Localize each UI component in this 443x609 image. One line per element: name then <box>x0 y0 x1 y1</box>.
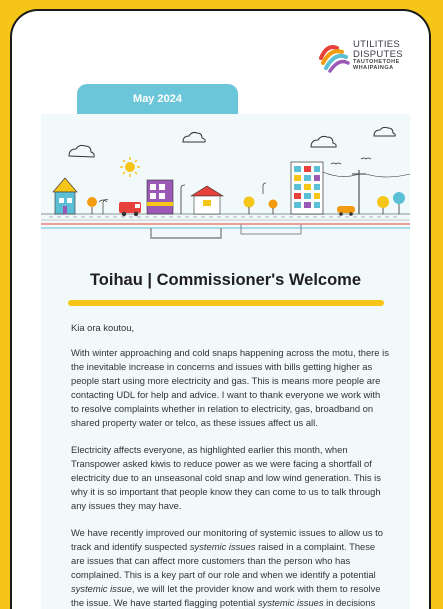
logo-line-4: WHAIPAINGA <box>353 65 394 71</box>
paragraph-3: We have recently improved our monitoring… <box>71 526 389 609</box>
logo-text: UTILITIES DISPUTES TAUTOHETOHE WHAIPAING… <box>353 40 403 71</box>
systemic-issues-emphasis: systemic issues <box>189 541 256 552</box>
utilities-disputes-logo: UTILITIES DISPUTES TAUTOHETOHE WHAIPAING… <box>315 38 429 78</box>
issue-date-label: May 2024 <box>133 93 182 105</box>
article-body: Kia ora koutou, With winter approaching … <box>71 321 389 609</box>
logo-line-2: DISPUTES <box>353 48 403 60</box>
issue-date-tab: May 2024 <box>77 84 238 114</box>
section-title: Toihau | Commissioner's Welcome <box>89 271 362 289</box>
paragraph-2: Electricity affects everyone, as highlig… <box>71 444 381 511</box>
title-underline <box>68 300 384 306</box>
sun-icon <box>120 157 140 177</box>
logo-swirl-icon <box>319 45 350 73</box>
content-panel: Toihau | Commissioner's Welcome Kia ora … <box>41 114 410 609</box>
power-pole-icon <box>322 170 410 214</box>
apartment-building-icon <box>290 161 324 215</box>
paragraph-1: With winter approaching and cold snaps h… <box>71 347 389 428</box>
greeting: Kia ora koutou, <box>71 322 135 333</box>
systemic-issue-emphasis: systemic issue <box>71 583 132 594</box>
newsletter-frame: UTILITIES DISPUTES TAUTOHETOHE WHAIPAING… <box>10 9 431 609</box>
town-illustration <box>41 126 410 239</box>
shop-building-icon <box>146 179 174 215</box>
house-icon <box>52 177 78 215</box>
house-icon <box>189 185 225 215</box>
